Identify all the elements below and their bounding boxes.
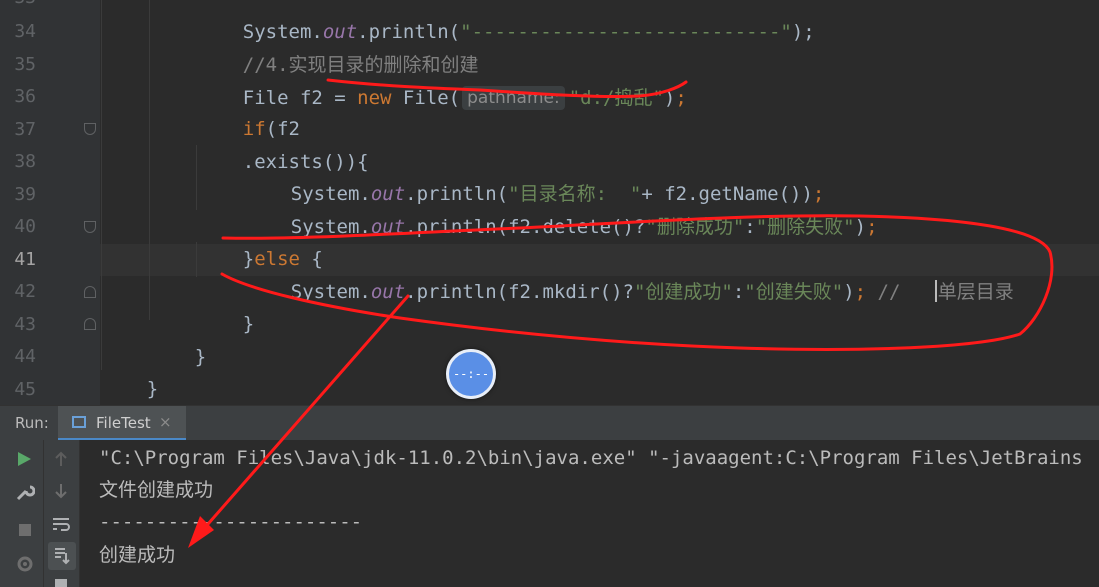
- parameter-hint: pathname:: [462, 86, 565, 110]
- line-number: 42: [14, 281, 36, 302]
- scroll-down-icon[interactable]: [53, 482, 69, 500]
- code-line-43[interactable]: }: [149, 309, 206, 368]
- line-number: 44: [14, 346, 36, 367]
- code-line-39[interactable]: System.out.println(f2.delete()?"删除成功":"删…: [245, 179, 878, 238]
- stop-icon[interactable]: [17, 522, 33, 538]
- close-icon[interactable]: ×: [159, 413, 172, 431]
- line-number: 34: [14, 21, 36, 42]
- scroll-to-end-toggle[interactable]: [48, 542, 76, 570]
- line-number: 39: [14, 184, 36, 205]
- text-caret: [934, 280, 937, 302]
- console-line: -----------------------: [99, 511, 363, 533]
- fold-marker-icon[interactable]: [84, 318, 96, 330]
- code-line-33[interactable]: System.out.println("--------------------…: [197, 0, 815, 43]
- line-number: 45: [14, 379, 36, 400]
- fold-marker-icon[interactable]: [84, 286, 96, 298]
- soft-wrap-icon[interactable]: [52, 516, 70, 532]
- console-line: 文件创建成功: [99, 479, 214, 501]
- fold-marker-icon[interactable]: [84, 221, 96, 233]
- code-line-36[interactable]: if(f2: [197, 81, 300, 140]
- print-icon[interactable]: [53, 576, 69, 587]
- code-line-40[interactable]: }else {: [197, 211, 323, 270]
- indent-guide: [149, 0, 150, 320]
- code-line-35[interactable]: File f2 = new File(pathname: "d:/捣乱");: [197, 50, 687, 110]
- line-number: 38: [14, 151, 36, 172]
- line-gutter: 33 34 35 36 37 38 39 40 41 42 43 44 45: [0, 0, 100, 405]
- code-line-44[interactable]: }: [101, 341, 158, 400]
- scroll-up-icon[interactable]: [53, 450, 69, 468]
- line-number-current: 41: [14, 249, 36, 270]
- floating-timer-widget[interactable]: --:--: [446, 349, 496, 399]
- line-number: 36: [14, 86, 36, 107]
- tab-label: FileTest: [96, 414, 151, 432]
- code-line-38[interactable]: System.out.println("目录名称: "+ f2.getName(…: [245, 146, 825, 205]
- indent-guide: [101, 0, 102, 370]
- code-line-37[interactable]: .exists()){: [197, 114, 369, 173]
- code-line-41[interactable]: System.out.println(f2.mkdir()?"创建成功":"创建…: [245, 244, 1014, 303]
- run-icon[interactable]: [16, 450, 32, 468]
- line-number: 43: [14, 314, 36, 335]
- code-editor[interactable]: 33 34 35 36 37 38 39 40 41 42 43 44 45 S…: [0, 0, 1099, 405]
- run-toolbar-primary: [0, 440, 44, 587]
- tab-filetest[interactable]: FileTest ×: [58, 406, 186, 441]
- line-number: 37: [14, 119, 36, 140]
- run-panel-header: Run: FileTest ×: [0, 405, 1099, 441]
- line-number: 33: [0, 0, 36, 8]
- console-line: "C:\Program Files\Java\jdk-11.0.2\bin\ja…: [99, 447, 1083, 469]
- line-number: 35: [14, 54, 36, 75]
- scroll-to-end-icon: [55, 548, 70, 565]
- line-number: 40: [14, 216, 36, 237]
- fold-marker-icon[interactable]: [84, 123, 96, 135]
- console-line: 创建成功: [99, 544, 176, 566]
- run-label: Run:: [15, 414, 49, 432]
- console-tab-icon: [72, 416, 86, 428]
- code-line-34[interactable]: //4.实现目录的删除和创建: [197, 17, 479, 76]
- code-line-42[interactable]: }: [197, 276, 254, 335]
- wrench-icon[interactable]: [15, 483, 35, 501]
- run-toolbar-secondary: [44, 440, 80, 587]
- console-output[interactable]: "C:\Program Files\Java\jdk-11.0.2\bin\ja…: [80, 440, 1099, 587]
- gear-icon[interactable]: [15, 554, 35, 574]
